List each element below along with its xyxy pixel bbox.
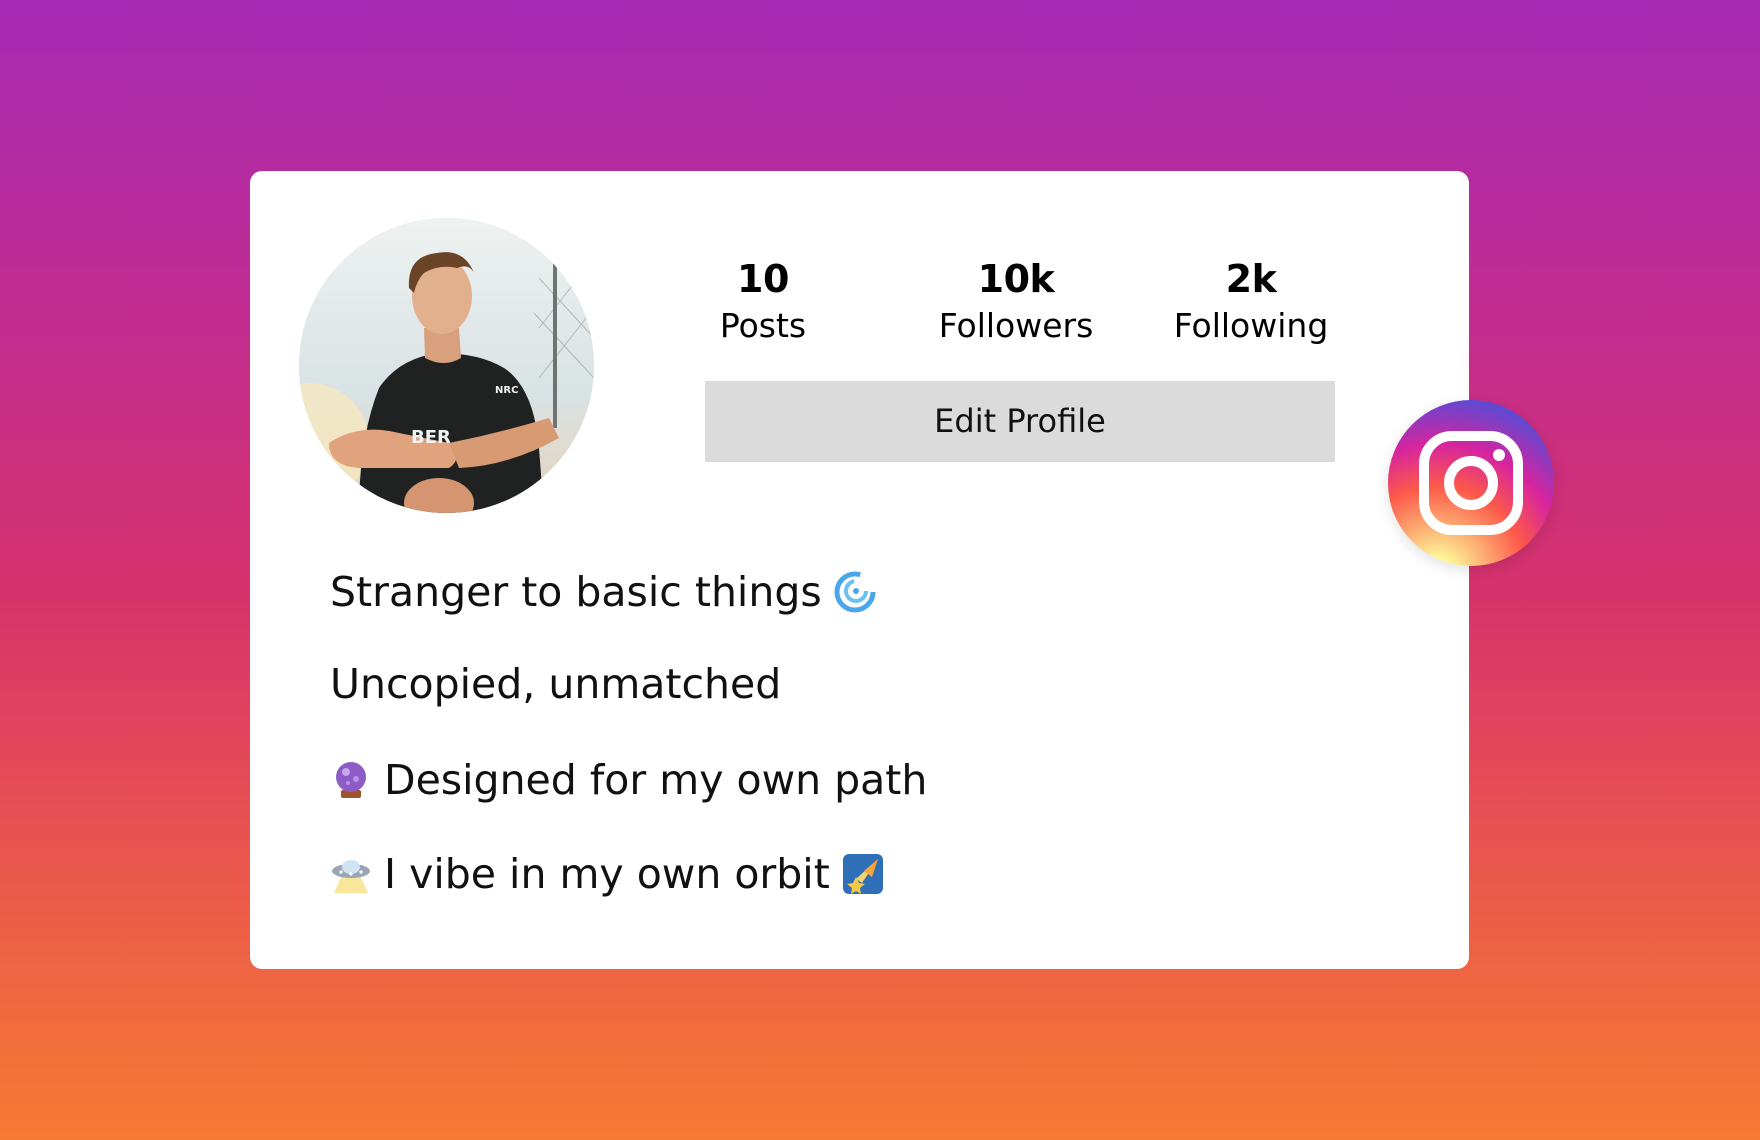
stat-following-value: 2k: [1225, 257, 1277, 301]
svg-text:NRC: NRC: [495, 385, 518, 396]
stat-posts-label: Posts: [719, 306, 807, 345]
svg-text:BER: BER: [411, 427, 451, 448]
stat-following[interactable]: 2k Following: [1141, 257, 1361, 349]
ufo-emoji-icon: [330, 853, 372, 895]
bio-text: I vibe in my own orbit: [384, 850, 830, 898]
stat-posts-value: 10: [737, 257, 789, 301]
stat-followers[interactable]: 10k Followers: [906, 257, 1126, 349]
bio-text: Uncopied, unmatched: [330, 660, 782, 708]
bio-line: I vibe in my own orbit: [330, 848, 884, 900]
crystal-ball-emoji-icon: [330, 759, 372, 801]
profile-stats: 10 Posts 10k Followers 2k Following: [250, 257, 1469, 357]
bio-line: Designed for my own path: [330, 754, 927, 806]
edit-profile-button[interactable]: Edit Profile: [705, 381, 1335, 462]
stat-posts[interactable]: 10 Posts: [653, 257, 873, 349]
shooting-star-emoji-icon: [842, 853, 884, 895]
instagram-logo-icon: [1388, 400, 1554, 566]
bio-text: Stranger to basic things: [330, 568, 822, 616]
stat-following-label: Following: [1173, 306, 1329, 345]
bio-line: Uncopied, unmatched: [330, 658, 781, 710]
profile-card: BER NRC 10 Posts 10k Followers 2k Follow…: [250, 171, 1469, 969]
bio-text: Designed for my own path: [384, 756, 928, 804]
bio-line: Stranger to basic things: [330, 566, 876, 618]
stat-followers-value: 10k: [977, 257, 1055, 301]
stat-followers-label: Followers: [938, 306, 1094, 345]
cyclone-emoji-icon: [834, 571, 876, 613]
